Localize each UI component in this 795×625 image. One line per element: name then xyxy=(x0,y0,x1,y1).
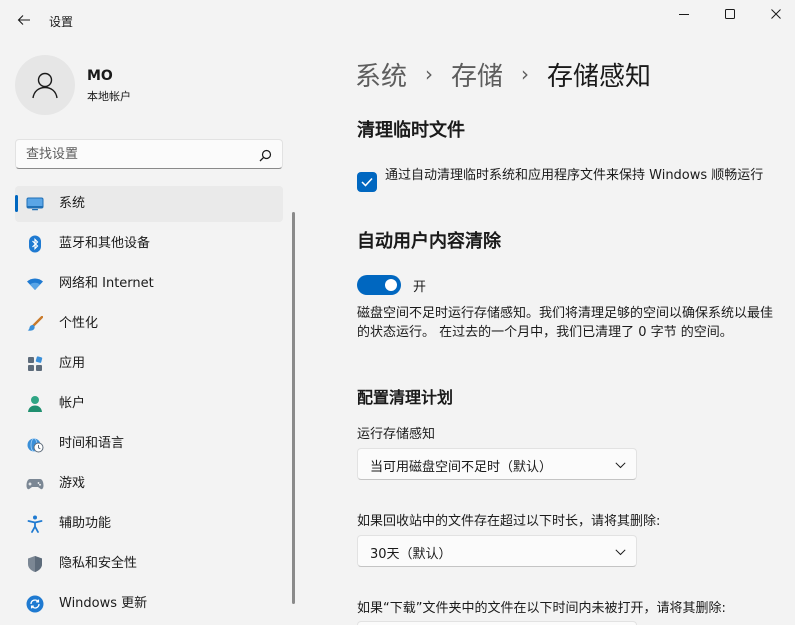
shield-icon xyxy=(26,555,44,573)
close-button[interactable] xyxy=(753,0,795,28)
sidebar-item-time-language[interactable]: 时间和语言 xyxy=(15,426,283,462)
sidebar-item-privacy[interactable]: 隐私和安全性 xyxy=(15,546,283,582)
section-title-cleanup-temp: 清理临时文件 xyxy=(357,120,465,141)
sidebar-item-label: 网络和 Internet xyxy=(59,276,154,291)
cleanup-temp-checkbox[interactable] xyxy=(357,172,377,192)
section-title-schedule: 配置清理计划 xyxy=(357,388,454,407)
sidebar-item-personalization[interactable]: 个性化 xyxy=(15,306,283,342)
sidebar-item-system[interactable]: 系统 xyxy=(15,186,283,222)
toggle-knob xyxy=(385,279,397,291)
downloads-folder-dropdown[interactable] xyxy=(357,621,637,625)
checkmark-icon xyxy=(361,177,373,187)
gamepad-icon xyxy=(26,475,44,493)
toggle-state-label: 开 xyxy=(413,280,427,295)
sidebar-item-label: 蓝牙和其他设备 xyxy=(59,236,151,251)
accessibility-icon xyxy=(26,515,44,533)
sidebar-item-label: 隐私和安全性 xyxy=(59,556,138,571)
sidebar-item-label: 帐户 xyxy=(59,396,86,411)
sidebar-item-bluetooth[interactable]: 蓝牙和其他设备 xyxy=(15,226,283,262)
sidebar-item-label: 个性化 xyxy=(59,316,99,331)
dropdown-value: 当可用磁盘空间不足时（默认） xyxy=(370,460,553,475)
chevron-right-icon: › xyxy=(521,62,530,86)
wifi-icon xyxy=(26,275,44,293)
sidebar-item-network[interactable]: 网络和 Internet xyxy=(15,266,283,302)
minimize-button[interactable] xyxy=(661,0,707,28)
paintbrush-icon xyxy=(26,315,44,333)
breadcrumb: 系统 › 存储 › 存储感知 xyxy=(355,54,651,94)
breadcrumb-item-storage[interactable]: 存储 xyxy=(451,56,503,93)
maximize-icon xyxy=(725,9,735,19)
sidebar-item-accessibility[interactable]: 辅助功能 xyxy=(15,506,283,542)
recycle-bin-dropdown[interactable]: 30天（默认） xyxy=(357,535,637,567)
run-storage-sense-dropdown[interactable]: 当可用磁盘空间不足时（默认） xyxy=(357,448,637,480)
sidebar-item-label: 时间和语言 xyxy=(59,436,125,451)
arrow-left-icon xyxy=(17,15,30,25)
downloads-folder-label: 如果“下载”文件夹中的文件在以下时间内未被打开，请将其删除: xyxy=(357,601,726,616)
clock-globe-icon xyxy=(26,435,44,453)
avatar[interactable] xyxy=(15,55,75,115)
sidebar-item-label: 游戏 xyxy=(59,476,86,491)
search-box[interactable] xyxy=(15,139,283,169)
sidebar-item-accounts[interactable]: 帐户 xyxy=(15,386,283,422)
chevron-down-icon xyxy=(614,459,626,471)
selection-indicator xyxy=(15,195,18,212)
sidebar-nav: 系统 蓝牙和其他设备 网络和 Internet 个性化 应用 帐户 时间和语言 … xyxy=(15,186,283,625)
back-button[interactable] xyxy=(14,10,34,30)
page-title: 存储感知 xyxy=(547,61,652,92)
person-outline-icon xyxy=(32,72,58,99)
sidebar-item-windows-update[interactable]: Windows 更新 xyxy=(15,586,283,622)
sidebar-scrollbar[interactable] xyxy=(292,212,295,604)
search-input[interactable] xyxy=(16,140,252,168)
recycle-bin-label: 如果回收站中的文件存在超过以下时长，请将其删除: xyxy=(357,514,661,529)
monitor-icon xyxy=(26,195,44,213)
storage-sense-toggle[interactable] xyxy=(357,275,401,295)
sync-icon xyxy=(26,595,44,613)
chevron-right-icon: › xyxy=(425,62,434,86)
person-icon xyxy=(26,395,44,413)
dropdown-value: 30天（默认） xyxy=(370,547,452,562)
maximize-button[interactable] xyxy=(707,0,753,28)
user-name: MO xyxy=(87,68,113,84)
window-title: 设置 xyxy=(49,15,74,29)
chevron-down-icon xyxy=(614,546,626,558)
run-storage-sense-label: 运行存储感知 xyxy=(357,427,436,442)
storage-sense-description: 磁盘空间不足时运行存储感知。我们将清理足够的空间以确保系统以最佳的状态运行。 在… xyxy=(357,306,774,340)
minimize-icon xyxy=(679,14,689,15)
section-title-auto-cleanup: 自动用户内容清除 xyxy=(357,231,501,252)
breadcrumb-item-system[interactable]: 系统 xyxy=(355,56,407,93)
search-icon[interactable] xyxy=(256,146,274,164)
account-type: 本地帐户 xyxy=(87,90,131,103)
apps-icon xyxy=(26,355,44,373)
bluetooth-icon xyxy=(26,235,44,253)
close-icon xyxy=(771,9,781,19)
sidebar-item-apps[interactable]: 应用 xyxy=(15,346,283,382)
sidebar-item-label: 应用 xyxy=(59,356,86,371)
sidebar-item-label: 系统 xyxy=(59,196,86,211)
sidebar-item-gaming[interactable]: 游戏 xyxy=(15,466,283,502)
title-bar: 设置 xyxy=(0,0,795,40)
sidebar-item-label: Windows 更新 xyxy=(59,596,148,611)
sidebar-item-label: 辅助功能 xyxy=(59,516,112,531)
cleanup-temp-label: 通过自动清理临时系统和应用程序文件来保持 Windows 顺畅运行 xyxy=(385,168,764,183)
